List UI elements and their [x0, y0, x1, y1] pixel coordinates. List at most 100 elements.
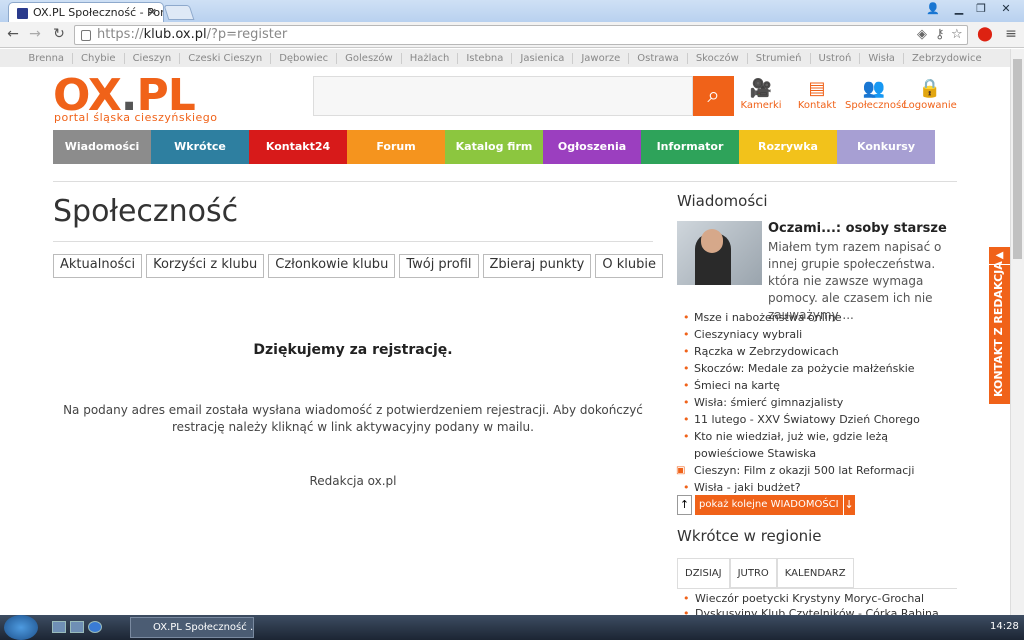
menu-item-wiadomosci[interactable]: Wiadomości: [53, 130, 151, 164]
news-item[interactable]: 11 lutego - XXV Światowy Dzień Chorego: [680, 411, 960, 428]
tab-kalendarz[interactable]: KALENDARZ: [776, 558, 854, 588]
signature: Redakcja ox.pl: [309, 474, 397, 488]
close-tab-icon[interactable]: ✕: [148, 6, 157, 19]
more-news-button[interactable]: pokaż kolejne WIADOMOŚCI: [695, 495, 843, 515]
city-link[interactable]: Zebrzydowice: [904, 53, 990, 64]
user-icon[interactable]: 👤: [924, 2, 942, 18]
star-icon[interactable]: ☆: [951, 27, 963, 42]
forward-icon[interactable]: →: [26, 26, 44, 42]
featured-news-image[interactable]: [677, 221, 762, 285]
cities-bar: Brenna Chybie Cieszyn Czeski Cieszyn Dęb…: [0, 49, 1010, 67]
header-link-logowanie[interactable]: 🔒 Logowanie: [903, 78, 957, 111]
menu-item-ogloszenia[interactable]: Ogłoszenia: [543, 130, 641, 164]
thanks-heading: Dziękujemy za rejstrację.: [253, 342, 453, 358]
city-link[interactable]: Goleszów: [337, 52, 402, 64]
arrow-up-icon[interactable]: ↑: [677, 495, 692, 515]
tab-title: OX.PL Społeczność - Portal: [33, 6, 164, 19]
extension-icon[interactable]: ⬤: [976, 26, 994, 42]
event-item[interactable]: Wieczór poetycki Krystyny Moryc-Grochal: [677, 591, 957, 606]
browser-tab[interactable]: OX.PL Społeczność - Portal ✕: [8, 2, 164, 22]
events-list: Wieczór poetycki Krystyny Moryc-Grochal …: [677, 588, 957, 616]
maximize-button[interactable]: ❐: [972, 2, 990, 18]
subtab-czlonkowie[interactable]: Członkowie klubu: [268, 254, 396, 278]
search-input[interactable]: [313, 76, 693, 116]
minimize-button[interactable]: ▁: [950, 2, 968, 18]
subtab-profil[interactable]: Twój profil: [399, 254, 479, 278]
news-item[interactable]: Rączka w Zebrzydowicach: [680, 343, 960, 360]
site-slogan: portal śląska cieszyńskiego: [54, 111, 218, 124]
city-link[interactable]: Ustroń: [811, 52, 861, 64]
header-link-kontakt[interactable]: ▤ Kontakt: [796, 78, 838, 111]
vertical-scrollbar[interactable]: [1010, 49, 1024, 615]
subtab-o-klubie[interactable]: O klubie: [595, 254, 663, 278]
city-link[interactable]: Ostrawa: [629, 52, 688, 64]
news-item[interactable]: Skoczów: Medale za pożycie małżeńskie: [680, 360, 960, 377]
news-item[interactable]: Kto nie wiedział, już wie, gdzie leżą po…: [680, 428, 960, 462]
menu-item-wkrotce[interactable]: Wkrótce: [151, 130, 249, 164]
city-link[interactable]: Istebna: [458, 52, 513, 64]
city-link[interactable]: Chybie: [73, 52, 125, 64]
divider: [53, 181, 957, 182]
news-heading: Wiadomości: [677, 192, 768, 210]
shield-icon[interactable]: ◈: [917, 27, 927, 42]
key-icon[interactable]: ⚷: [935, 27, 945, 42]
news-item[interactable]: Wisła: śmierć gimnazjalisty: [680, 394, 960, 411]
subtab-aktualnosci[interactable]: Aktualności: [53, 254, 143, 278]
new-tab-button[interactable]: [163, 5, 195, 20]
subtab-punkty[interactable]: Zbieraj punkty: [482, 254, 592, 278]
header-link-kamerki[interactable]: 🎥 Kamerki: [740, 78, 782, 111]
search-icon: ⌕: [707, 83, 720, 108]
news-item-video[interactable]: Cieszyn: Film z okazji 500 lat Reformacj…: [676, 462, 960, 479]
scrollbar-thumb[interactable]: [1013, 59, 1022, 259]
news-item[interactable]: Śmieci na kartę: [680, 377, 960, 394]
city-link[interactable]: Jaworze: [573, 52, 630, 64]
menu-item-katalog-firm[interactable]: Katalog firm: [445, 130, 543, 164]
back-icon[interactable]: ←: [4, 26, 22, 42]
tab-dzisiaj[interactable]: DZISIAJ: [677, 558, 730, 588]
menu-item-informator[interactable]: Informator: [641, 130, 739, 164]
confirmation-message: Na podany adres email została wysłana wi…: [63, 403, 643, 434]
menu-item-kontakt24[interactable]: Kontakt24: [249, 130, 347, 164]
tab-jutro[interactable]: JUTRO: [729, 558, 777, 588]
menu-icon[interactable]: ≡: [1002, 26, 1020, 42]
city-link[interactable]: Hażlach: [402, 52, 459, 64]
city-link[interactable]: Dębowiec: [271, 52, 338, 64]
menu-item-forum[interactable]: Forum: [347, 130, 445, 164]
address-bar-row: ← → ↻ https://klub.ox.pl/?p=register ◈ ⚷…: [0, 22, 1024, 48]
city-link[interactable]: Wisła: [860, 52, 904, 64]
url-prefix: https://: [97, 27, 144, 42]
events-heading: Wkrótce w regionie: [677, 527, 822, 545]
club-subtabs: Aktualności Korzyści z klubu Członkowie …: [53, 254, 663, 278]
url-input[interactable]: https://klub.ox.pl/?p=register ◈ ⚷ ☆: [74, 25, 968, 45]
city-link[interactable]: Skoczów: [688, 52, 748, 64]
start-button[interactable]: [4, 615, 38, 640]
city-link[interactable]: Brenna: [20, 52, 74, 64]
news-item[interactable]: Wisła - jaki budżet?: [680, 479, 960, 496]
page-info-icon[interactable]: [81, 30, 91, 41]
search-button[interactable]: ⌕: [693, 76, 734, 116]
header-link-spolecznosc[interactable]: 👥 Społeczność: [845, 78, 907, 111]
taskbar-chrome-window[interactable]: OX.PL Społeczność ...: [130, 617, 254, 638]
featured-news-title[interactable]: Oczami...: osoby starsze: [768, 221, 947, 236]
city-link[interactable]: Jasienica: [512, 52, 574, 64]
city-link[interactable]: Cieszyn: [125, 52, 181, 64]
arrow-down-icon[interactable]: ↓: [842, 495, 855, 515]
clock[interactable]: 14:28: [990, 621, 1019, 632]
kontakt-redakcja-tab[interactable]: ◀ KONTAKT Z REDAKCJA: [989, 247, 1010, 404]
switch-windows-icon[interactable]: [70, 621, 84, 633]
city-link[interactable]: Strumień: [748, 52, 811, 64]
news-item[interactable]: Cieszyniacy wybrali: [680, 326, 960, 343]
show-desktop-icon[interactable]: [52, 621, 66, 633]
news-item[interactable]: Msze i nabożeństwa online: [680, 309, 960, 326]
subtab-korzysci[interactable]: Korzyści z klubu: [146, 254, 265, 278]
menu-item-rozrywka[interactable]: Rozrywka: [739, 130, 837, 164]
document-icon: ▤: [808, 78, 826, 99]
ie-icon[interactable]: [88, 621, 102, 633]
close-window-button[interactable]: ✕: [996, 2, 1016, 18]
browser-titlebar: OX.PL Społeczność - Portal ✕ 👤 ▁ ❐ ✕: [0, 0, 1024, 22]
city-link[interactable]: Czeski Cieszyn: [180, 52, 272, 64]
camera-icon: 🎥: [749, 78, 773, 99]
reload-icon[interactable]: ↻: [50, 26, 68, 42]
taskbar: OX.PL Społeczność ... 14:28: [0, 615, 1024, 640]
menu-item-konkursy[interactable]: Konkursy: [837, 130, 935, 164]
